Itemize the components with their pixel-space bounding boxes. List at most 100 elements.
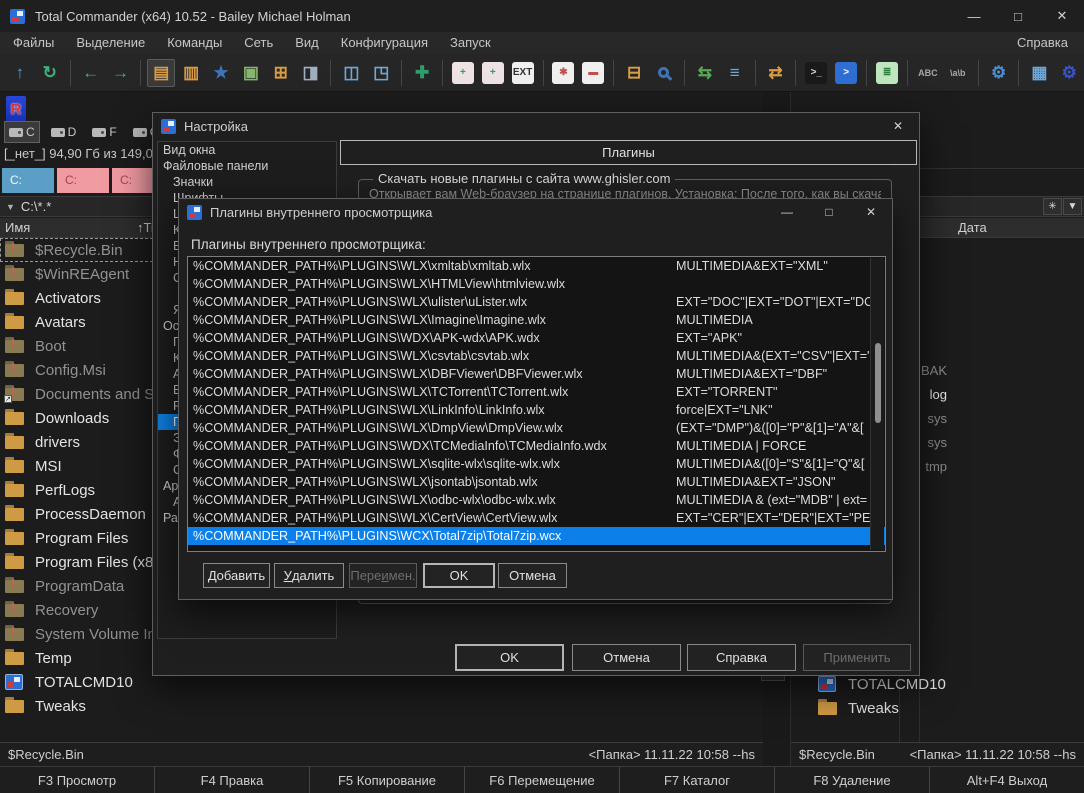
- favorites-star-icon[interactable]: ★: [207, 59, 235, 87]
- settings-apply-button[interactable]: Применить: [803, 644, 911, 671]
- cmd-icon[interactable]: >_: [802, 59, 830, 87]
- settings-tree-item[interactable]: Файловые панели: [158, 158, 336, 174]
- plugin-list-row[interactable]: %COMMANDER_PATH%\PLUGINS\WLX\HTMLView\ht…: [188, 275, 885, 293]
- menu-item-3[interactable]: Команды: [156, 32, 233, 54]
- close-button[interactable]: ✕: [1040, 0, 1084, 32]
- search-icon[interactable]: [650, 59, 678, 87]
- vertical-panels-icon[interactable]: ◫: [337, 59, 365, 87]
- clipboard-ab-icon[interactable]: \a\b: [944, 59, 972, 87]
- folder-tab-1[interactable]: C:: [2, 168, 54, 193]
- scrollbar-thumb[interactable]: [875, 343, 881, 423]
- plugin-list-row[interactable]: %COMMANDER_PATH%\PLUGINS\WLX\Imagine\Ima…: [188, 311, 885, 329]
- up-dir-icon[interactable]: ↑: [6, 59, 34, 87]
- plugins-close-button[interactable]: ✕: [850, 199, 892, 225]
- folder-icon: [5, 553, 27, 570]
- sync-dirs-icon[interactable]: ⇄: [762, 59, 790, 87]
- back-icon[interactable]: ←: [77, 59, 105, 87]
- hidden-mark-icon: !: [11, 264, 16, 279]
- window-title: Total Commander (x64) 10.52 - Bailey Mic…: [35, 8, 351, 24]
- plugins-cancel-button[interactable]: Отмена: [498, 563, 567, 588]
- forward-icon[interactable]: →: [107, 59, 135, 87]
- quick-view-icon[interactable]: ◨: [297, 59, 325, 87]
- pack-files-icon[interactable]: +: [479, 59, 507, 87]
- folder-tab-2[interactable]: C:: [57, 168, 109, 193]
- column-header-date[interactable]: Дата: [958, 220, 987, 235]
- expand-panel-icon[interactable]: ◳: [367, 59, 395, 87]
- drive-button-d[interactable]: D: [46, 121, 82, 143]
- menu-item-4[interactable]: Сеть: [233, 32, 284, 54]
- fkey-button-f3[interactable]: F3 Просмотр: [0, 767, 154, 793]
- minimize-button[interactable]: —: [952, 0, 996, 32]
- split-file-icon[interactable]: ✱: [550, 59, 578, 87]
- file-row[interactable]: Tweaks: [791, 696, 1084, 720]
- maximize-button[interactable]: □: [996, 0, 1040, 32]
- plugin-list-row[interactable]: %COMMANDER_PATH%\PLUGINS\WLX\DBFViewer\D…: [188, 365, 885, 383]
- brief-view-icon[interactable]: ▤: [147, 58, 176, 87]
- menu-item-2[interactable]: Выделение: [65, 32, 156, 54]
- refresh-icon[interactable]: ↻: [36, 59, 64, 87]
- powershell-icon[interactable]: >: [832, 59, 860, 87]
- details-view-icon[interactable]: ▥: [177, 59, 205, 87]
- tree-view-icon[interactable]: ⊞: [267, 59, 295, 87]
- file-row[interactable]: Tweaks: [0, 694, 763, 718]
- plugin-list-row[interactable]: %COMMANDER_PATH%\PLUGINS\WDX\TCMediaInfo…: [188, 437, 885, 455]
- drive-button-c[interactable]: C: [4, 121, 40, 143]
- settings-tree-item[interactable]: Значки: [158, 174, 336, 190]
- plugin-list-row[interactable]: %COMMANDER_PATH%\PLUGINS\WLX\CertView\Ce…: [188, 509, 885, 527]
- settings-ok-button[interactable]: OK: [455, 644, 564, 671]
- combine-file-icon[interactable]: ▬: [579, 59, 607, 87]
- branch-view-icon[interactable]: ⊟: [620, 59, 648, 87]
- ext-plugin-icon[interactable]: EXT: [509, 59, 537, 87]
- compare-icon[interactable]: ⇆: [691, 59, 719, 87]
- plugin-list-row[interactable]: %COMMANDER_PATH%\PLUGINS\WLX\ulister\uLi…: [188, 293, 885, 311]
- add-plugin-icon[interactable]: ✚: [408, 59, 436, 87]
- plugins-minimize-button[interactable]: —: [766, 199, 808, 225]
- plugins-maximize-button[interactable]: □: [808, 199, 850, 225]
- clipboard-abc-icon[interactable]: ABC: [914, 59, 942, 87]
- plugin-list-row[interactable]: %COMMANDER_PATH%\PLUGINS\WLX\sqlite-wlx\…: [188, 455, 885, 473]
- menu-item-5[interactable]: Вид: [284, 32, 330, 54]
- history-dropdown-button[interactable]: ▼: [1063, 198, 1082, 215]
- new-file-icon[interactable]: +: [449, 59, 477, 87]
- settings-cancel-button[interactable]: Отмена: [572, 644, 681, 671]
- settings-gear-icon[interactable]: ⚙: [985, 59, 1013, 87]
- thumbnails-icon[interactable]: ▣: [237, 59, 265, 87]
- menu-item-help[interactable]: Справка: [1006, 32, 1084, 54]
- fkey-button-f6[interactable]: F6 Перемещение: [464, 767, 619, 793]
- cmd-icon: >_: [805, 61, 828, 84]
- notepad-icon[interactable]: ≣: [873, 59, 901, 87]
- plugins-rename-button[interactable]: Пере и мен.: [349, 563, 417, 588]
- plugin-list-row[interactable]: %COMMANDER_PATH%\PLUGINS\WLX\csvtab\csvt…: [188, 347, 885, 365]
- plugins-add-button[interactable]: Добавить: [203, 563, 270, 588]
- plugins-delete-button[interactable]: Удалить: [274, 563, 344, 588]
- menu-item-6[interactable]: Конфигурация: [330, 32, 439, 54]
- plugin-list-row[interactable]: %COMMANDER_PATH%\PLUGINS\WLX\jsontab\jso…: [188, 473, 885, 491]
- plugin-list-row[interactable]: %COMMANDER_PATH%\PLUGINS\WLX\TCTorrent\T…: [188, 383, 885, 401]
- plugins-ok-button[interactable]: OK: [423, 563, 495, 588]
- r-toolbar-icon[interactable]: R: [6, 96, 26, 122]
- path-caret-icon[interactable]: ▼: [6, 202, 15, 212]
- scrollbar[interactable]: [870, 258, 884, 550]
- fkey-button-f7[interactable]: F7 Каталог: [619, 767, 774, 793]
- settings-help-button[interactable]: Справка: [687, 644, 796, 671]
- hotlist-star-button[interactable]: ✳: [1043, 198, 1062, 215]
- display-settings-icon[interactable]: ▦: [1025, 59, 1053, 87]
- column-header-name[interactable]: Имя: [5, 220, 30, 235]
- fkey-button-f5[interactable]: F5 Копирование: [309, 767, 464, 793]
- plugin-list-row[interactable]: %COMMANDER_PATH%\PLUGINS\WLX\odbc-wlx\od…: [188, 491, 885, 509]
- settings-tree-item[interactable]: Вид окна: [158, 142, 336, 158]
- plugin-list-row[interactable]: %COMMANDER_PATH%\PLUGINS\WLX\DmpView\Dmp…: [188, 419, 885, 437]
- fkey-button-f8[interactable]: F8 Удаление: [774, 767, 929, 793]
- fkey-button-f4[interactable]: F4 Правка: [154, 767, 309, 793]
- drive-button-f[interactable]: F: [87, 121, 121, 143]
- plugin-list-row[interactable]: %COMMANDER_PATH%\PLUGINS\WLX\xmltab\xmlt…: [188, 257, 885, 275]
- plugin-list-row[interactable]: %COMMANDER_PATH%\PLUGINS\WLX\LinkInfo\Li…: [188, 401, 885, 419]
- menu-item-7[interactable]: Запуск: [439, 32, 502, 54]
- settings-close-button[interactable]: ✕: [877, 113, 919, 139]
- services-gear-icon[interactable]: ⚙: [1055, 59, 1083, 87]
- multi-rename-icon[interactable]: ≡: [721, 59, 749, 87]
- plugin-list-row[interactable]: %COMMANDER_PATH%\PLUGINS\WCX\Total7zip\T…: [188, 527, 885, 545]
- menu-item-1[interactable]: Файлы: [2, 32, 65, 54]
- plugin-list-row[interactable]: %COMMANDER_PATH%\PLUGINS\WDX\APK-wdx\APK…: [188, 329, 885, 347]
- fkey-button-f9[interactable]: Alt+F4 Выход: [929, 767, 1084, 793]
